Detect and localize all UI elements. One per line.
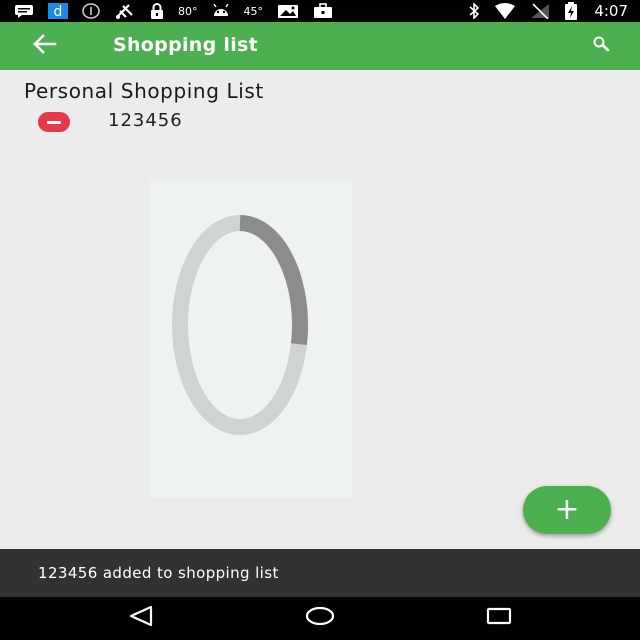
nav-recents-button[interactable] [482, 605, 516, 631]
triangle-back-icon [128, 605, 154, 631]
briefcase-icon [313, 3, 333, 19]
list-item: 123456 [38, 108, 438, 136]
battery-charging-icon [564, 2, 578, 20]
app-title: Shopping list [113, 34, 259, 56]
status-bar-notifications: d 80° 45° [14, 2, 347, 20]
clock: 4:07 [594, 2, 628, 20]
remove-circle-icon[interactable] [38, 112, 70, 132]
message-icon [14, 4, 34, 18]
arrow-back-icon [31, 34, 57, 58]
loading-spinner [172, 215, 308, 435]
navigation-bar [0, 597, 640, 640]
satellite-icon [114, 2, 136, 20]
square-recents-icon [485, 606, 513, 630]
list-title: Personal Shopping List [24, 79, 264, 103]
photo-icon [277, 3, 299, 19]
snackbar-message: 123456 added to shopping list [38, 564, 279, 582]
bluetooth-icon [468, 3, 480, 19]
circle-home-icon [304, 605, 336, 631]
wifi-icon [494, 3, 516, 19]
add-item-button[interactable]: + [523, 486, 611, 534]
list-item-name: 123456 [108, 110, 183, 131]
snackbar: 123456 added to shopping list [0, 549, 640, 597]
app-bar: Shopping list [0, 22, 640, 70]
temperature-1: 80° [178, 4, 198, 18]
info-circle-icon [82, 3, 100, 19]
status-bar-system: 4:07 [468, 2, 628, 20]
nav-back-button[interactable] [124, 605, 158, 631]
android-icon [212, 4, 230, 18]
back-button[interactable] [30, 34, 58, 58]
product-image [150, 180, 352, 498]
signal-icon [530, 3, 550, 19]
svg-text:d: d [54, 4, 63, 19]
search-button[interactable] [588, 34, 614, 58]
temperature-2: 45° [243, 4, 264, 18]
dictionary-app-icon: d [48, 3, 68, 19]
status-bar: d 80° 45° 4:07 [0, 0, 640, 22]
add-icon: + [554, 492, 580, 527]
nav-home-button[interactable] [303, 605, 337, 631]
search-icon [592, 36, 610, 56]
lock-icon [150, 3, 164, 19]
